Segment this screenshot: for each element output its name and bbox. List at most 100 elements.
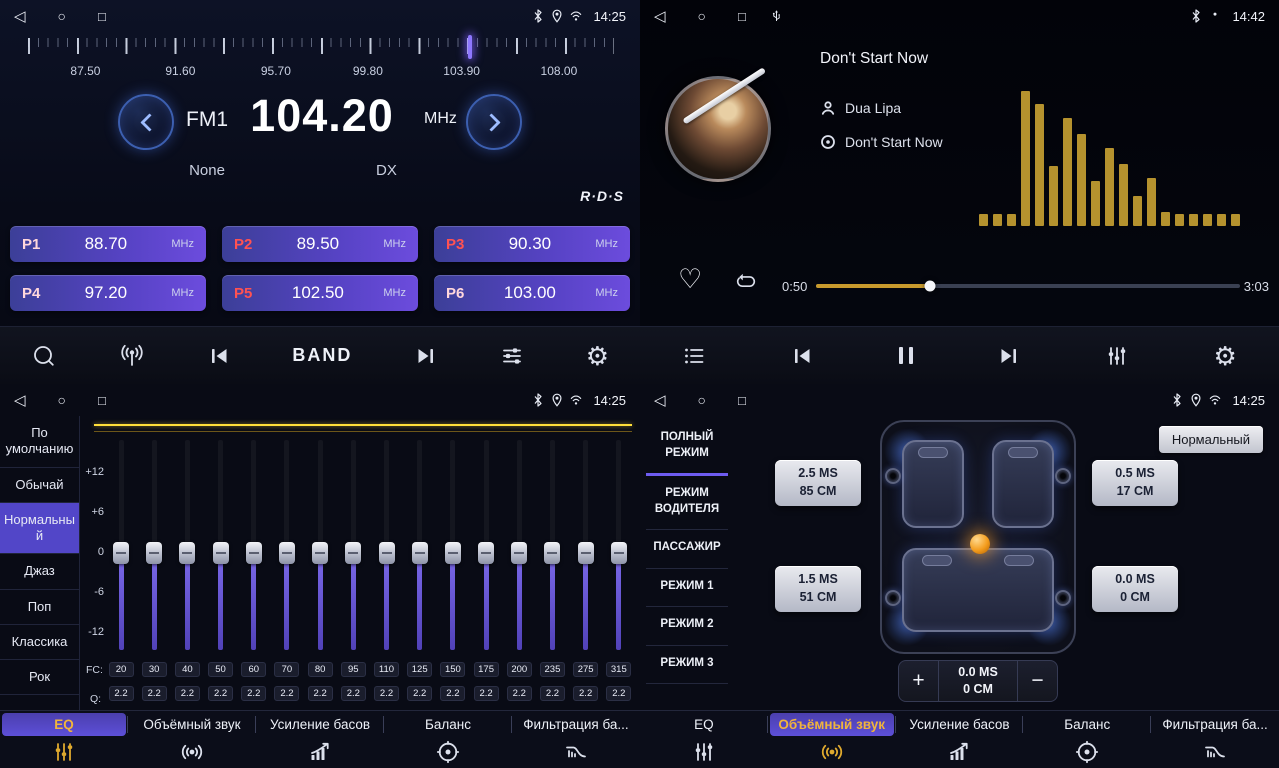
repeat-button[interactable] [734, 270, 758, 297]
playlist-button[interactable] [678, 340, 710, 372]
seek-bar[interactable] [816, 284, 1240, 288]
eq-preset-default[interactable]: По умолчанию [0, 416, 79, 468]
eq-band-thumb[interactable] [113, 542, 129, 564]
home-button[interactable]: ○ [698, 393, 706, 407]
eq-band-slider[interactable] [251, 440, 256, 650]
mode-driver[interactable]: РЕЖИМ ВОДИТЕЛЯ [646, 476, 728, 530]
surround-tab-icon[interactable] [768, 736, 896, 768]
tab-surround[interactable]: Объёмный звук [770, 713, 894, 736]
progress-knob[interactable] [925, 281, 936, 292]
surround-tab-icon[interactable] [128, 736, 256, 768]
eq-preset-pop[interactable]: Поп [0, 590, 79, 625]
eq-band-thumb[interactable] [478, 542, 494, 564]
tab-bass-boost[interactable]: Усиление басов [258, 713, 382, 736]
previous-track-button[interactable] [786, 340, 818, 372]
recents-button[interactable]: □ [738, 10, 746, 23]
eq-band-slider[interactable] [583, 440, 588, 650]
front-left-delay[interactable]: 2.5 MS 85 CM [775, 460, 861, 506]
sound-preset-button[interactable]: Нормальный [1159, 426, 1263, 453]
eq-band-thumb[interactable] [345, 542, 361, 564]
eq-band-slider[interactable] [351, 440, 356, 650]
delay-decrease-button[interactable]: − [1017, 661, 1057, 701]
eq-band-thumb[interactable] [213, 542, 229, 564]
listening-position-marker[interactable] [970, 534, 990, 554]
tab-filter[interactable]: Фильтрация ба... [514, 713, 638, 736]
previous-station-button[interactable] [203, 340, 235, 372]
filter-tab-icon[interactable] [512, 736, 640, 768]
eq-band-slider[interactable] [550, 440, 555, 650]
recents-button[interactable]: □ [98, 394, 106, 407]
mode-passenger[interactable]: ПАССАЖИР [646, 530, 728, 569]
filter-tab-icon[interactable] [1151, 736, 1279, 768]
frequency-scale[interactable]: 87.50 91.60 95.70 99.80 103.90 108.00 [28, 38, 614, 82]
next-track-button[interactable] [993, 340, 1025, 372]
next-station-button[interactable] [410, 340, 442, 372]
tab-balance[interactable]: Баланс [1025, 713, 1149, 736]
back-button[interactable]: ◁ [654, 9, 666, 24]
eq-band-thumb[interactable] [578, 542, 594, 564]
eq-band-slider[interactable] [318, 440, 323, 650]
back-button[interactable]: ◁ [654, 393, 666, 408]
eq-band-thumb[interactable] [445, 542, 461, 564]
eq-tab-icon[interactable] [640, 736, 768, 768]
mode-3[interactable]: РЕЖИМ 3 [646, 646, 728, 685]
rear-left-delay[interactable]: 1.5 MS 51 CM [775, 566, 861, 612]
home-button[interactable]: ○ [698, 9, 706, 23]
audio-effects-button[interactable] [496, 340, 528, 372]
eq-band-slider[interactable] [417, 440, 422, 650]
preset-button-p3[interactable]: P390.30MHz [434, 226, 630, 262]
eq-band-slider[interactable] [450, 440, 455, 650]
eq-band-thumb[interactable] [544, 542, 560, 564]
eq-band-slider[interactable] [218, 440, 223, 650]
broadcast-button[interactable] [115, 339, 149, 373]
mode-1[interactable]: РЕЖИМ 1 [646, 569, 728, 608]
tab-eq[interactable]: EQ [642, 713, 766, 736]
preset-button-p2[interactable]: P289.50MHz [222, 226, 418, 262]
eq-preset-jazz[interactable]: Джаз [0, 554, 79, 589]
favorite-button[interactable]: ♡ [678, 266, 702, 293]
tab-bass-boost[interactable]: Усиление басов [898, 713, 1022, 736]
mode-2[interactable]: РЕЖИМ 2 [646, 607, 728, 646]
tab-surround[interactable]: Объёмный звук [130, 713, 254, 736]
recents-button[interactable]: □ [738, 394, 746, 407]
equalizer-button[interactable] [1101, 340, 1133, 372]
eq-band-thumb[interactable] [379, 542, 395, 564]
band-button[interactable]: BAND [288, 341, 356, 370]
pause-button[interactable] [895, 343, 917, 368]
preset-button-p6[interactable]: P6103.00MHz [434, 275, 630, 311]
preset-button-p5[interactable]: P5102.50MHz [222, 275, 418, 311]
eq-band-thumb[interactable] [279, 542, 295, 564]
eq-band-thumb[interactable] [412, 542, 428, 564]
eq-tab-icon[interactable] [0, 736, 128, 768]
bass-boost-tab-icon[interactable] [896, 736, 1024, 768]
rear-right-delay[interactable]: 0.0 MS 0 CM [1092, 566, 1178, 612]
eq-band-slider[interactable] [185, 440, 190, 650]
eq-preset-rock[interactable]: Рок [0, 660, 79, 695]
mode-full[interactable]: ПОЛНЫЙ РЕЖИМ [646, 420, 728, 476]
eq-band-thumb[interactable] [146, 542, 162, 564]
preset-button-p1[interactable]: P188.70MHz [10, 226, 206, 262]
bass-boost-tab-icon[interactable] [256, 736, 384, 768]
eq-preset-classic[interactable]: Классика [0, 625, 79, 660]
eq-band-thumb[interactable] [179, 542, 195, 564]
front-right-delay[interactable]: 0.5 MS 17 CM [1092, 460, 1178, 506]
delay-increase-button[interactable]: + [899, 661, 939, 701]
eq-preset-normal[interactable]: Нормальный [0, 503, 79, 555]
eq-band-slider[interactable] [119, 440, 124, 650]
scan-button[interactable] [27, 339, 61, 373]
eq-band-slider[interactable] [152, 440, 157, 650]
eq-band-slider[interactable] [384, 440, 389, 650]
eq-band-thumb[interactable] [312, 542, 328, 564]
back-button[interactable]: ◁ [14, 393, 26, 408]
eq-band-slider[interactable] [517, 440, 522, 650]
car-cabin-diagram[interactable] [880, 420, 1076, 654]
tab-balance[interactable]: Баланс [386, 713, 510, 736]
tab-eq[interactable]: EQ [2, 713, 126, 736]
recents-button[interactable]: □ [98, 10, 106, 23]
tune-down-button[interactable] [118, 94, 174, 150]
settings-button[interactable]: ⚙ [1210, 339, 1241, 373]
balance-tab-icon[interactable] [384, 736, 512, 768]
tab-filter[interactable]: Фильтрация ба... [1153, 713, 1277, 736]
eq-band-slider[interactable] [484, 440, 489, 650]
balance-tab-icon[interactable] [1023, 736, 1151, 768]
